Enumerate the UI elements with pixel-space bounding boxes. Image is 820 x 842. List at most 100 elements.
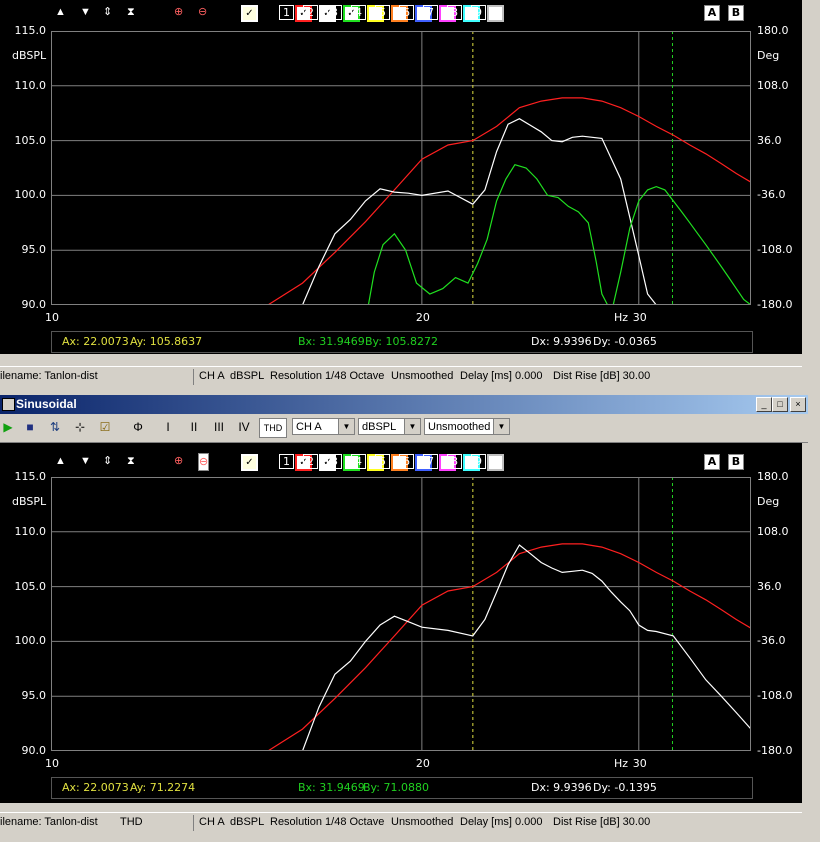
channel-2-number[interactable]: 2 xyxy=(303,5,318,20)
master-toggle-checkbox[interactable]: ✓ xyxy=(241,5,258,22)
channel-5-number[interactable]: 5 xyxy=(375,454,390,469)
y2-axis-label: Deg xyxy=(757,49,780,62)
smoothing-select[interactable]: Unsmoothed ▼ xyxy=(424,418,510,435)
zoom-out-icon[interactable]: ⊖ xyxy=(198,453,210,471)
channel-8-number[interactable]: 8 xyxy=(447,5,462,20)
y-tick-label: 90.0 xyxy=(21,744,47,757)
harmonic-4-button[interactable]: IV xyxy=(236,419,252,435)
channel-7-number[interactable]: 7 xyxy=(423,454,438,469)
channel-4-number[interactable]: 4 xyxy=(351,454,366,469)
channel-7-number[interactable]: 7 xyxy=(423,5,438,20)
channel-3-number[interactable]: 3 xyxy=(327,5,342,20)
compress-vertical-icon[interactable]: ⧗ xyxy=(127,4,135,20)
channel-9-checkbox[interactable] xyxy=(487,5,504,22)
save-icon[interactable]: ■ xyxy=(22,419,38,435)
bottom-graph-panel: ▲ ▼ ⇕ ⧗ ⊕ ⊖ ✓ 1 ✓ 2 ✓ 3 4 5 6 7 8 9 A B 90.0 95.0 10… xyxy=(0,443,802,803)
cursor-a-button[interactable]: A xyxy=(704,5,720,21)
status-mode: THD xyxy=(120,816,143,828)
maximize-button[interactable]: □ xyxy=(772,397,788,412)
channel-6-number[interactable]: 6 xyxy=(399,454,414,469)
channel-2-number[interactable]: 2 xyxy=(303,454,318,469)
plot-border xyxy=(51,31,751,305)
x-tick-label: 10 xyxy=(45,757,59,770)
play-icon[interactable]: ▶ xyxy=(0,419,16,435)
x-tick-label: 20 xyxy=(415,311,430,324)
cursor-b-x: Bx: 31.9469 xyxy=(298,781,365,794)
cursor-a-x: Ax: 22.0073 xyxy=(62,335,129,348)
channel-swap-icon[interactable]: ⇅ xyxy=(47,419,63,435)
plot-border xyxy=(51,477,751,751)
sinusoidal-toolbar: ▶ ■ ⇅ ⊹ ☑ Φ I II III IV THD CH A ▼ dBSPL ▼… xyxy=(0,414,808,443)
y-tick-label: 90.0 xyxy=(21,298,47,311)
status-unit: dBSPL xyxy=(230,370,265,382)
y-tick-label: 110.0 xyxy=(14,524,47,538)
channel-3-number[interactable]: 3 xyxy=(327,454,342,469)
arrow-up-icon[interactable]: ▲ xyxy=(55,4,66,20)
checklist-icon[interactable]: ☑ xyxy=(97,419,113,435)
expand-vertical-icon[interactable]: ⇕ xyxy=(103,453,112,469)
align-icon[interactable]: ⊹ xyxy=(72,419,88,435)
status-filename: ilename: Tanlon-dist xyxy=(0,816,98,828)
top-graph-toolbar: ▲ ▼ ⇕ ⧗ ⊕ ⊖ ✓ 1 ✓ 2 ✓ 3 ✓ 4 5 6 7 8 9 A B xyxy=(0,4,802,32)
close-button[interactable]: × xyxy=(790,397,806,412)
unit-select[interactable]: dBSPL ▼ xyxy=(358,418,421,435)
channel-9-number[interactable]: 9 xyxy=(471,5,486,20)
y-tick-label: 95.0 xyxy=(21,243,47,257)
y-tick-label: 105.0 xyxy=(14,579,47,593)
channel-1-number[interactable]: 1 xyxy=(279,5,294,20)
y2-tick-label: 36.0 xyxy=(757,133,782,147)
cursor-a-y: Ay: 71.2274 xyxy=(130,781,196,794)
thd-button[interactable]: THD xyxy=(259,418,287,438)
status-delay: Delay [ms] 0.000 xyxy=(460,370,543,382)
window-title-bar[interactable]: Sinusoidal _ □ × xyxy=(0,395,808,414)
compress-vertical-icon[interactable]: ⧗ xyxy=(127,453,135,469)
channel-select[interactable]: CH A ▼ xyxy=(292,418,355,435)
expand-vertical-icon[interactable]: ⇕ xyxy=(103,4,112,20)
cursor-a-y: Ay: 105.8637 xyxy=(130,335,203,348)
arrow-up-icon[interactable]: ▲ xyxy=(55,453,66,469)
app-icon xyxy=(2,398,15,411)
y-axis-label: dBSPL xyxy=(12,495,47,508)
phase-icon[interactable]: Φ xyxy=(130,419,146,435)
zoom-out-icon[interactable]: ⊖ xyxy=(198,4,207,20)
y-tick-label: 115.0 xyxy=(14,470,47,483)
bottom-plot-area xyxy=(51,477,751,751)
channel-9-checkbox[interactable] xyxy=(487,454,504,471)
y2-tick-label: -108.0 xyxy=(757,689,793,703)
channel-1-number[interactable]: 1 xyxy=(279,454,294,469)
y-axis-label: dBSPL xyxy=(12,49,47,62)
series-2-line xyxy=(301,118,657,305)
zoom-in-icon[interactable]: ⊕ xyxy=(174,4,183,20)
channel-4-number[interactable]: 4 xyxy=(351,5,366,20)
channel-5-number[interactable]: 5 xyxy=(375,5,390,20)
arrow-down-icon[interactable]: ▼ xyxy=(80,4,91,20)
harmonic-3-button[interactable]: III xyxy=(211,419,227,435)
channel-6-number[interactable]: 6 xyxy=(399,5,414,20)
cursor-delta-y: Dy: -0.0365 xyxy=(593,335,657,348)
status-resolution: Resolution 1/48 Octave xyxy=(270,816,385,828)
top-cursor-readout: Ax: 22.0073 Ay: 105.8637 Bx: 31.9469 By:… xyxy=(51,331,753,353)
x-tick-label: 30 xyxy=(632,311,647,324)
cursor-a-button[interactable]: A xyxy=(704,454,720,470)
cursor-b-button[interactable]: B xyxy=(728,454,744,470)
y2-tick-label: -180.0 xyxy=(757,744,793,757)
arrow-down-icon[interactable]: ▼ xyxy=(80,453,91,469)
y2-tick-label: 180.0 xyxy=(757,24,789,37)
y-tick-label: 110.0 xyxy=(14,78,47,92)
cursor-a-x: Ax: 22.0073 xyxy=(62,781,129,794)
cursor-delta-y: Dy: -0.1395 xyxy=(593,781,657,794)
harmonic-1-button[interactable]: I xyxy=(160,419,176,435)
master-toggle-checkbox[interactable]: ✓ xyxy=(241,454,258,471)
minimize-button[interactable]: _ xyxy=(756,397,772,412)
x-tick-label: 30 xyxy=(632,757,647,770)
channel-9-number[interactable]: 9 xyxy=(471,454,486,469)
y2-tick-label: -36.0 xyxy=(757,188,786,202)
y-tick-label: 100.0 xyxy=(14,634,47,648)
y2-tick-label: 36.0 xyxy=(757,579,782,593)
cursor-b-button[interactable]: B xyxy=(728,5,744,21)
channel-8-number[interactable]: 8 xyxy=(447,454,462,469)
bottom-panel-right-edge xyxy=(802,443,820,842)
zoom-in-icon[interactable]: ⊕ xyxy=(174,453,183,469)
harmonic-2-button[interactable]: II xyxy=(186,419,202,435)
status-channel: CH A xyxy=(199,370,225,382)
